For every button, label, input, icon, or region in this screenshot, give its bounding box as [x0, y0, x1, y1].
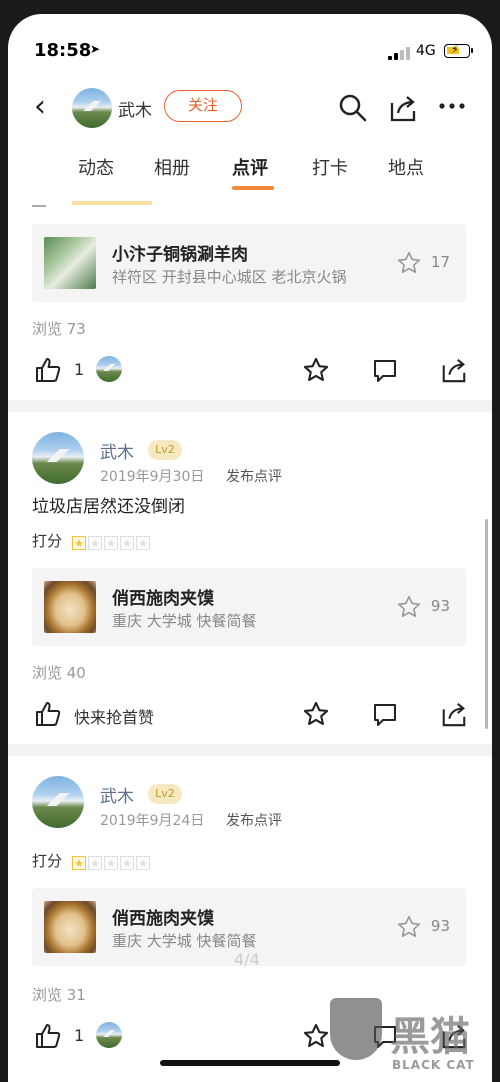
- shop-card[interactable]: 俏西施肉夹馍 重庆 大学城 快餐简餐 93: [32, 568, 466, 646]
- share-icon[interactable]: [440, 356, 468, 384]
- shop-card[interactable]: 小汴子铜锅涮羊肉 祥符区 开封县中心城区 老北京火锅 17: [32, 224, 466, 302]
- like-count: 1: [74, 1026, 85, 1045]
- profile-header: ‹ 武木 关注: [8, 86, 492, 134]
- thumbs-up-icon[interactable]: [34, 1022, 62, 1050]
- action-bar: 1: [8, 354, 492, 390]
- rating-stars: ★ ★ ★ ★ ★: [72, 532, 152, 550]
- view-count: 浏览 73: [32, 320, 86, 338]
- shop-thumbnail: [44, 901, 96, 953]
- star-icon[interactable]: [396, 250, 422, 276]
- shop-thumbnail: [44, 581, 96, 633]
- shop-info: 重庆 大学城 快餐简餐: [112, 932, 257, 950]
- post-date: 2019年9月30日: [100, 469, 205, 485]
- level-badge: Lv2: [148, 784, 182, 804]
- rating-label: 打分: [32, 852, 63, 870]
- shop-star-count: 93: [430, 917, 450, 935]
- liker-avatar[interactable]: [96, 1022, 122, 1048]
- header-user-name: 武木: [118, 101, 152, 121]
- watermark: 黑猫 BLACK CAT: [330, 998, 492, 1082]
- shop-info: 祥符区 开封县中心城区 老北京火锅: [112, 268, 347, 286]
- follow-button[interactable]: 关注: [164, 90, 242, 122]
- tab-album[interactable]: 相册: [154, 154, 190, 180]
- view-count: 浏览 40: [32, 664, 86, 682]
- shop-thumbnail: [44, 237, 96, 289]
- post-user-name[interactable]: 武木: [100, 782, 134, 807]
- post-user-name[interactable]: 武木: [100, 438, 134, 463]
- tab-dynamics[interactable]: 动态: [78, 154, 114, 180]
- tab-active-indicator: [232, 186, 274, 190]
- shop-name: 小汴子铜锅涮羊肉: [112, 245, 248, 265]
- phone-screen: 18:58 ➤ 4G ⚡ ‹ 武木 关注 动态 相册 点评 打卡 地点 小汴子铜…: [8, 14, 492, 1082]
- comment-icon[interactable]: [372, 358, 398, 384]
- first-like-prompt[interactable]: 快来抢首赞: [74, 704, 154, 728]
- view-count: 浏览 31: [32, 986, 86, 1004]
- star-icon[interactable]: [396, 594, 422, 620]
- watermark-en: BLACK CAT: [392, 1058, 475, 1072]
- more-icon[interactable]: [438, 100, 468, 112]
- status-time: 18:58: [34, 40, 92, 61]
- favorite-star-icon[interactable]: [302, 700, 330, 728]
- shop-name: 俏西施肉夹馍: [112, 909, 214, 929]
- share-icon[interactable]: [388, 93, 418, 123]
- level-badge: Lv2: [148, 440, 182, 460]
- thumbs-up-icon[interactable]: [34, 700, 62, 728]
- home-indicator[interactable]: [160, 1060, 340, 1066]
- post-avatar[interactable]: [32, 776, 84, 828]
- tab-checkin[interactable]: 打卡: [312, 154, 348, 180]
- divider: [8, 400, 492, 412]
- network-type: 4G: [416, 43, 436, 59]
- battery-icon: ⚡: [444, 43, 473, 58]
- rating-stars: ★ ★ ★ ★ ★: [72, 852, 152, 870]
- share-icon[interactable]: [440, 700, 468, 728]
- rating-label: 打分: [32, 532, 63, 550]
- liker-avatar[interactable]: [96, 356, 122, 382]
- black-cat-logo-icon: [330, 998, 382, 1060]
- scrollbar[interactable]: [485, 519, 488, 729]
- profile-tabs: 动态 相册 点评 打卡 地点: [8, 154, 492, 194]
- signal-icon: [388, 46, 410, 60]
- action-bar: 快来抢首赞: [8, 698, 492, 734]
- post-date: 2019年9月24日: [100, 813, 205, 829]
- post-avatar[interactable]: [32, 432, 84, 484]
- star-icon[interactable]: [396, 914, 422, 940]
- review-text: 垃圾店居然还没倒闭: [32, 497, 185, 517]
- back-icon[interactable]: ‹: [34, 92, 46, 122]
- partial-rating-row: [32, 199, 192, 209]
- shop-star-count: 17: [430, 253, 450, 271]
- thumbs-up-icon[interactable]: [34, 356, 62, 384]
- favorite-star-icon[interactable]: [302, 1022, 330, 1050]
- divider: [8, 744, 492, 756]
- like-count: 1: [74, 360, 85, 379]
- tab-reviews[interactable]: 点评: [232, 154, 268, 180]
- watermark-cn: 黑猫: [390, 1014, 470, 1060]
- header-avatar[interactable]: [72, 88, 112, 128]
- post-action: 发布点评: [226, 469, 282, 485]
- shop-star-count: 93: [430, 597, 450, 615]
- shop-name: 俏西施肉夹馍: [112, 589, 214, 609]
- post-action: 发布点评: [226, 813, 282, 829]
- page-indicator: 4/4: [234, 950, 260, 969]
- location-arrow-icon: ➤: [90, 42, 101, 56]
- tab-places[interactable]: 地点: [388, 154, 424, 180]
- search-icon[interactable]: [338, 93, 368, 123]
- status-bar: 18:58 ➤ 4G ⚡: [8, 14, 492, 74]
- shop-info: 重庆 大学城 快餐简餐: [112, 612, 257, 630]
- favorite-star-icon[interactable]: [302, 356, 330, 384]
- comment-icon[interactable]: [372, 702, 398, 728]
